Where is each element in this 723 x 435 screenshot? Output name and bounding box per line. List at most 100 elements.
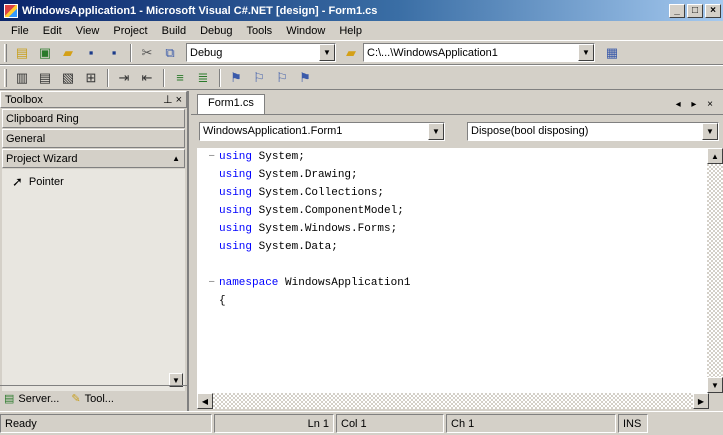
- menu-view[interactable]: View: [69, 25, 107, 37]
- solution-explorer-icon[interactable]: ▦: [601, 43, 623, 63]
- status-char: Ch 1: [446, 414, 616, 433]
- status-line: Ln 1: [214, 414, 334, 433]
- code-text: {: [219, 295, 226, 307]
- document-tab-controls[interactable]: ◂ ▸ ×: [676, 99, 723, 114]
- chevron-down-icon[interactable]: ▼: [428, 122, 444, 140]
- folder-icon[interactable]: ▰: [340, 43, 362, 63]
- code-keyword: using: [219, 205, 253, 217]
- comment-icon[interactable]: ≡: [169, 68, 191, 88]
- minimize-button[interactable]: _: [669, 3, 685, 18]
- save-icon[interactable]: ▪: [80, 43, 102, 63]
- align-lefts-icon[interactable]: ▥: [11, 68, 33, 88]
- member-select[interactable]: Dispose(bool disposing) ▼: [467, 121, 719, 141]
- outline-toggle[interactable]: −: [197, 277, 219, 289]
- type-select-value: WindowsApplication1.Form1: [203, 125, 343, 137]
- cut-icon[interactable]: ✂: [136, 43, 158, 63]
- menu-edit[interactable]: Edit: [36, 25, 69, 37]
- toolbox-bottom-tabs: ▤ Server... ✎ Tool...: [0, 385, 187, 411]
- horizontal-scrollbar[interactable]: ◀ ▶: [197, 393, 709, 409]
- tab-server-explorer[interactable]: ▤ Server...: [4, 392, 60, 406]
- close-button[interactable]: ×: [705, 3, 721, 18]
- copy-icon[interactable]: ⧉: [159, 43, 181, 63]
- toolbar-separator: [130, 43, 132, 62]
- menu-bar: File Edit View Project Build Debug Tools…: [0, 21, 723, 40]
- status-text: Ready: [0, 414, 212, 433]
- menu-file[interactable]: File: [4, 25, 36, 37]
- bookmark-icon[interactable]: ⚑: [225, 68, 247, 88]
- code-text: System.Collections;: [252, 187, 385, 199]
- save-all-icon[interactable]: ▪: [103, 43, 125, 63]
- code-text: System.ComponentModel;: [252, 205, 404, 217]
- chevron-down-icon[interactable]: ▼: [319, 44, 335, 61]
- chevron-down-icon[interactable]: ▼: [578, 44, 594, 61]
- status-bar: Ready Ln 1 Col 1 Ch 1 INS: [0, 411, 723, 435]
- chevron-down-icon[interactable]: ▼: [702, 122, 718, 140]
- layout-toolbar: ▥ ▤ ▧ ⊞ ⇥ ⇤ ≡ ≣ ⚑ ⚐ ⚐ ⚑: [0, 65, 723, 90]
- find-combo[interactable]: C:\...\WindowsApplication1 ▼: [363, 43, 595, 62]
- menu-window[interactable]: Window: [279, 25, 332, 37]
- code-line: using System.ComponentModel;: [197, 202, 709, 220]
- toolbar-separator: [107, 68, 109, 87]
- code-text: System.Data;: [252, 241, 338, 253]
- solution-config-select[interactable]: Debug ▼: [186, 43, 336, 62]
- scroll-down-button[interactable]: ▼: [707, 377, 723, 393]
- scroll-left-button[interactable]: ◀: [197, 393, 213, 409]
- toolbox-tab-clipboard-ring[interactable]: Clipboard Ring: [2, 109, 185, 128]
- title-bar: WindowsApplication1 - Microsoft Visual C…: [0, 0, 723, 21]
- status-column: Col 1: [336, 414, 444, 433]
- outdent-icon[interactable]: ⇤: [136, 68, 158, 88]
- chevron-up-icon[interactable]: ▲: [172, 154, 180, 163]
- toolbox-tab-label: Project Wizard: [6, 152, 78, 165]
- outline-toggle[interactable]: −: [197, 151, 219, 163]
- uncomment-icon[interactable]: ≣: [192, 68, 214, 88]
- maximize-button[interactable]: □: [687, 3, 703, 18]
- code-line: − using System;: [197, 148, 709, 166]
- code-editor[interactable]: − using System; using System.Drawing; using…: [197, 148, 709, 393]
- align-centers-icon[interactable]: ▤: [34, 68, 56, 88]
- navigation-bar: WindowsApplication1.Form1 ▼ Dispose(bool…: [191, 115, 723, 147]
- toolbox-item-pointer[interactable]: ➚ Pointer: [10, 173, 177, 191]
- clear-bookmarks-icon[interactable]: ⚑: [294, 68, 316, 88]
- toolbar-grip[interactable]: [4, 43, 7, 62]
- document-tabs: Form1.cs ◂ ▸ ×: [191, 91, 723, 115]
- menu-debug[interactable]: Debug: [193, 25, 239, 37]
- code-lines: − using System; using System.Drawing; using…: [197, 148, 709, 310]
- menu-tools[interactable]: Tools: [240, 25, 280, 37]
- scroll-up-button[interactable]: ▲: [707, 148, 723, 164]
- solution-config-value: Debug: [190, 46, 223, 59]
- toolbox-tab-project-wizard[interactable]: Project Wizard ▲: [2, 149, 185, 168]
- size-to-grid-icon[interactable]: ⊞: [80, 68, 102, 88]
- toolbox-tab-general[interactable]: General: [2, 129, 185, 148]
- menu-build[interactable]: Build: [155, 25, 193, 37]
- tab-toolbox[interactable]: ✎ Tool...: [71, 392, 114, 406]
- toolbar-grip[interactable]: [4, 68, 7, 87]
- vertical-scrollbar[interactable]: ▲ ▼: [707, 148, 723, 393]
- code-keyword: using: [219, 169, 253, 181]
- open-file-icon[interactable]: ▰: [57, 43, 79, 63]
- tab-label: Server...: [18, 392, 60, 405]
- tab-label: Tool...: [84, 392, 114, 405]
- prev-bookmark-icon[interactable]: ⚐: [271, 68, 293, 88]
- editor-area: Form1.cs ◂ ▸ × WindowsApplication1.Form1…: [191, 91, 723, 411]
- toolbox-pin-close[interactable]: ⊥ ×: [163, 93, 182, 106]
- menu-help[interactable]: Help: [332, 25, 369, 37]
- pointer-icon: ➚: [12, 174, 23, 189]
- toolbox-icon: ✎: [71, 393, 81, 405]
- add-item-icon[interactable]: ▣: [34, 43, 56, 63]
- next-bookmark-icon[interactable]: ⚐: [248, 68, 270, 88]
- code-keyword: using: [219, 241, 253, 253]
- scroll-right-button[interactable]: ▶: [693, 393, 709, 409]
- toolbar-separator: [219, 68, 221, 87]
- tab-form1-cs[interactable]: Form1.cs: [197, 94, 265, 114]
- standard-toolbar: ▤ ▣ ▰ ▪ ▪ ✂ ⧉ Debug ▼ ▰ C:\...\WindowsAp…: [0, 40, 723, 65]
- new-project-icon[interactable]: ▤: [11, 43, 33, 63]
- type-select[interactable]: WindowsApplication1.Form1 ▼: [199, 121, 445, 141]
- code-text: System.Windows.Forms;: [252, 223, 398, 235]
- indent-icon[interactable]: ⇥: [113, 68, 135, 88]
- menu-project[interactable]: Project: [106, 25, 154, 37]
- code-keyword: using: [219, 187, 253, 199]
- code-line: {: [197, 292, 709, 310]
- code-line: using System.Drawing;: [197, 166, 709, 184]
- code-keyword: using: [219, 223, 253, 235]
- align-rights-icon[interactable]: ▧: [57, 68, 79, 88]
